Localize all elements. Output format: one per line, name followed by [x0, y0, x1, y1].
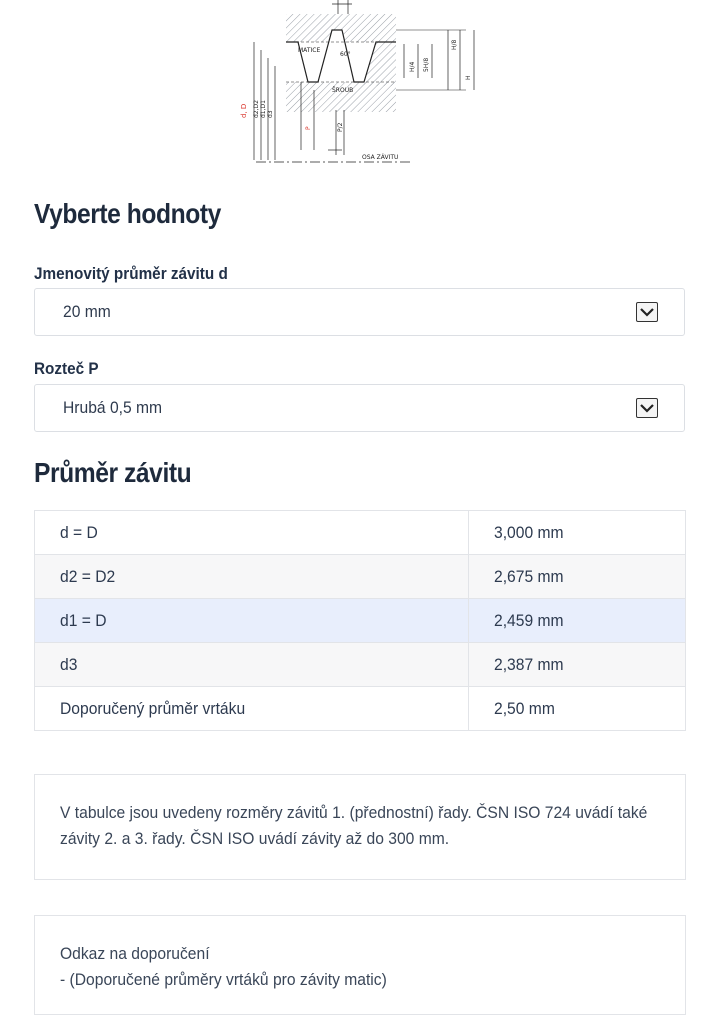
- svg-text:d, D: d, D: [240, 104, 248, 118]
- select-values-heading: Vyberte hodnoty: [34, 198, 221, 229]
- row-value: 2,50 mm: [468, 686, 686, 731]
- row-value: 2,459 mm: [468, 598, 686, 643]
- angle-label: 60°: [340, 51, 351, 58]
- svg-text:d3: d3: [267, 110, 274, 118]
- svg-text:P/2: P/2: [337, 122, 344, 132]
- row-name: d3: [34, 642, 469, 687]
- thread-diameter-heading: Průměr závitu: [34, 457, 192, 488]
- thread-diagram: d, D d2,D2 d1,D1 d3 P P/2 H/8 H H/4 5H/8…: [236, 0, 486, 168]
- table-row: Doporučený průměr vrtáku 2,50 mm: [34, 686, 686, 731]
- pitch-label: Rozteč P: [34, 359, 99, 378]
- results-table: d = D 3,000 mm d2 = D2 2,675 mm d1 = D 2…: [34, 510, 686, 731]
- svg-text:d2,D2: d2,D2: [253, 100, 260, 118]
- row-value: 2,387 mm: [468, 642, 686, 687]
- table-row: d1 = D 2,459 mm: [34, 598, 686, 643]
- pitch-select[interactable]: Hrubá 0,5 mm: [34, 384, 685, 432]
- reference-link[interactable]: - (Doporučené průměry vrtáků pro závity …: [60, 967, 607, 993]
- svg-text:H: H: [465, 75, 472, 80]
- svg-text:H/8: H/8: [451, 39, 458, 50]
- svg-text:P: P: [305, 126, 312, 130]
- bolt-label: ŠROUB: [332, 87, 353, 94]
- diameter-select[interactable]: 20 mm: [34, 288, 685, 336]
- table-row: d3 2,387 mm: [34, 642, 686, 687]
- diameter-label: Jmenovitý průměr závitu d: [34, 264, 228, 283]
- row-value: 3,000 mm: [468, 510, 686, 555]
- reference-box: Odkaz na doporučení - (Doporučené průměr…: [34, 915, 686, 1015]
- info-note: V tabulce jsou uvedeny rozměry závitů 1.…: [34, 774, 686, 880]
- thread-axis-label: OSA ZÁVITU: [362, 154, 398, 161]
- svg-text:H/4: H/4: [409, 61, 416, 72]
- note-line-1: V tabulce jsou uvedeny rozměry závitů 1.…: [60, 803, 648, 822]
- chevron-down-icon[interactable]: [636, 302, 658, 322]
- row-value: 2,675 mm: [468, 554, 686, 599]
- table-row: d2 = D2 2,675 mm: [34, 554, 686, 599]
- svg-text:5H/8: 5H/8: [423, 58, 430, 72]
- diameter-select-value: 20 mm: [63, 302, 111, 321]
- reference-title: Odkaz na doporučení: [60, 944, 210, 963]
- row-name: d2 = D2: [34, 554, 469, 599]
- note-line-2: závity 2. a 3. řady. ČSN ISO uvádí závit…: [60, 829, 450, 848]
- svg-text:d1,D1: d1,D1: [260, 100, 267, 118]
- pitch-select-value: Hrubá 0,5 mm: [63, 398, 163, 417]
- table-row: d = D 3,000 mm: [34, 510, 686, 555]
- chevron-down-icon[interactable]: [636, 398, 658, 418]
- row-name: Doporučený průměr vrtáku: [34, 686, 469, 731]
- nut-label: MATICE: [298, 47, 320, 54]
- row-name: d1 = D: [34, 598, 469, 643]
- row-name: d = D: [34, 510, 469, 555]
